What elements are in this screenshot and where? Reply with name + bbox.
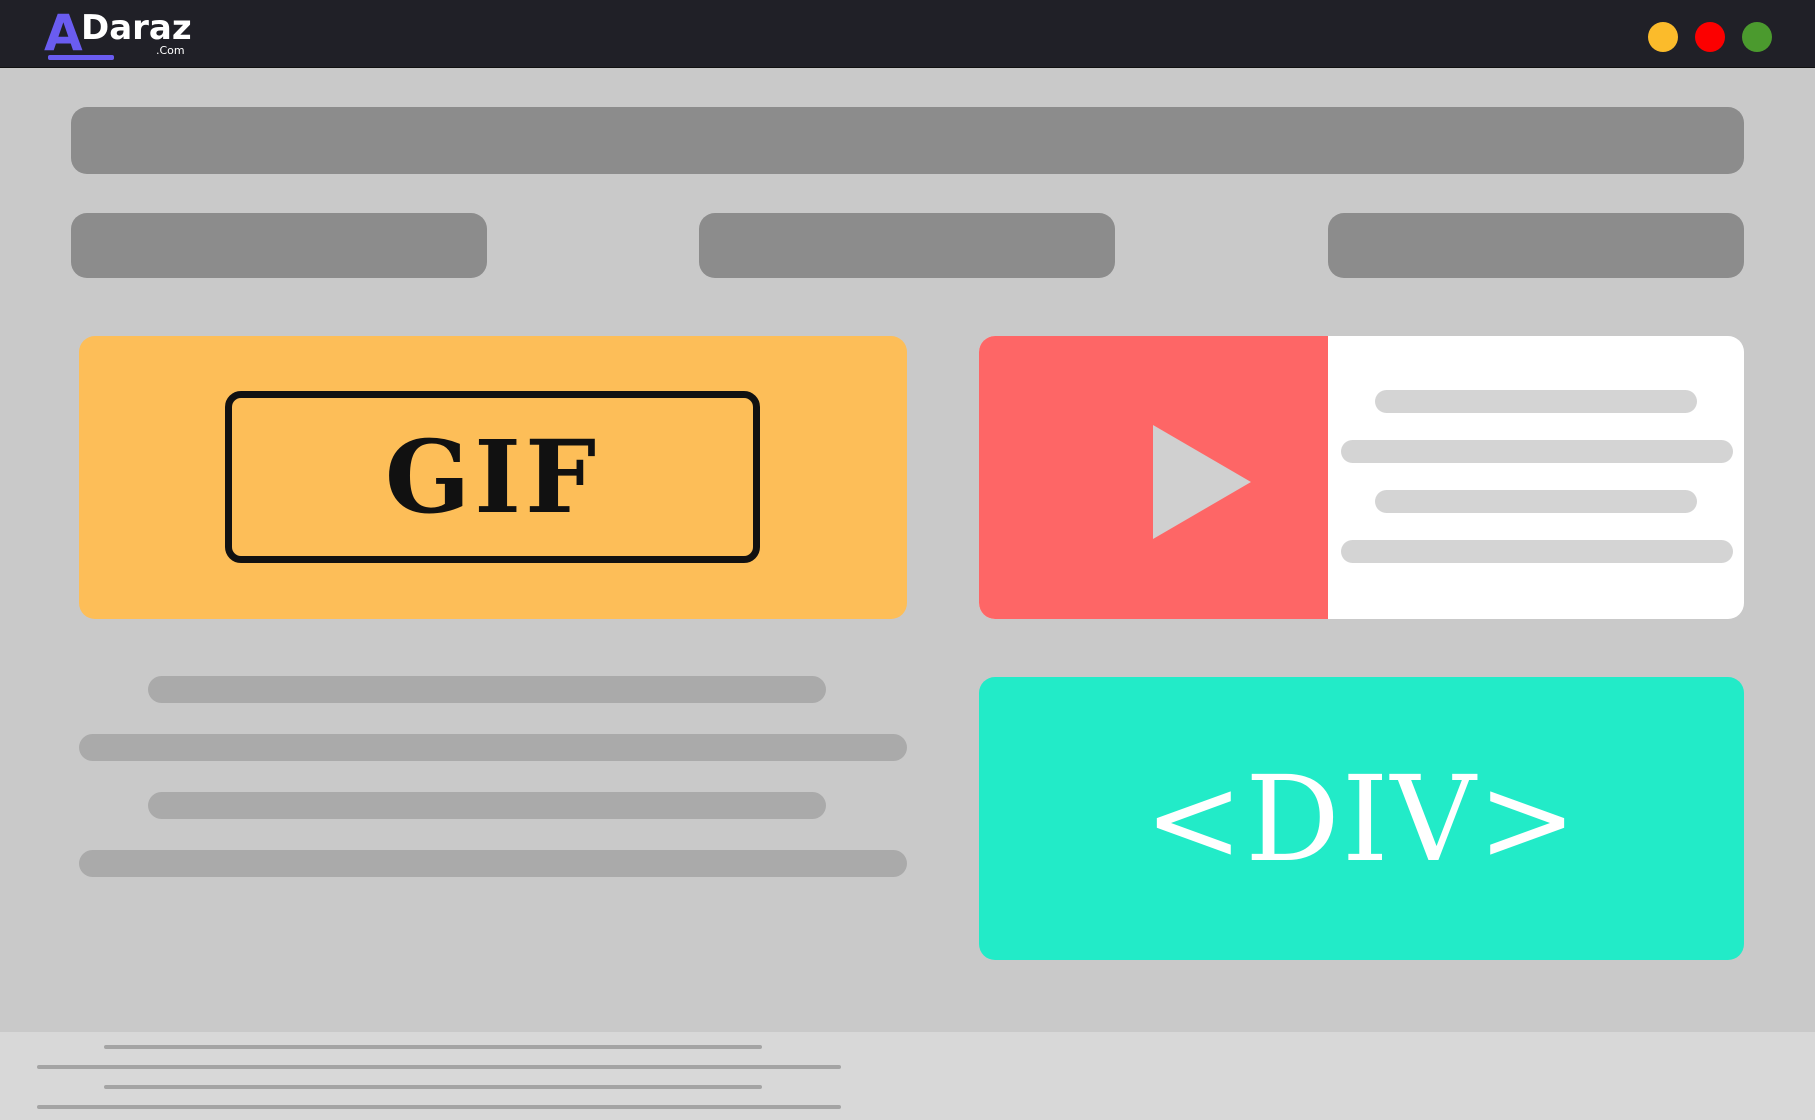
logo-tld: .Com (156, 44, 185, 57)
text-line-placeholder (79, 850, 907, 877)
logo-underline (48, 55, 114, 60)
footer-line (104, 1045, 762, 1049)
video-text-line-2 (1341, 440, 1733, 463)
address-bar-placeholder[interactable] (71, 107, 1744, 174)
text-line-placeholder (148, 676, 826, 703)
nav-button-placeholder-3[interactable] (1328, 213, 1744, 278)
gif-frame: GIF (225, 391, 760, 563)
text-line-placeholder (79, 734, 907, 761)
title-bar: A Daraz .Com (0, 0, 1815, 68)
div-card[interactable]: <DIV> (979, 677, 1744, 960)
gif-card[interactable]: GIF (79, 336, 907, 619)
daraz-logo[interactable]: A Daraz .Com (44, 8, 204, 60)
logo-letter: A (44, 4, 83, 62)
footer-line (104, 1085, 762, 1089)
footer-line (37, 1105, 841, 1109)
video-text-line-4 (1341, 540, 1733, 563)
video-text-line-3 (1375, 490, 1697, 513)
close-dot[interactable] (1695, 22, 1725, 52)
video-card[interactable] (979, 336, 1744, 619)
logo-word: Daraz (81, 8, 192, 48)
minimize-dot[interactable] (1648, 22, 1678, 52)
maximize-dot[interactable] (1742, 22, 1772, 52)
video-thumbnail[interactable] (979, 336, 1328, 619)
footer-line (37, 1065, 841, 1069)
nav-button-placeholder-2[interactable] (699, 213, 1115, 278)
footer (0, 1032, 1815, 1120)
nav-button-placeholder-1[interactable] (71, 213, 487, 278)
text-line-placeholder (148, 792, 826, 819)
div-label: <DIV> (1144, 749, 1579, 888)
play-icon[interactable] (1153, 425, 1251, 539)
gif-label: GIF (384, 418, 601, 536)
video-text-line-1 (1375, 390, 1697, 413)
